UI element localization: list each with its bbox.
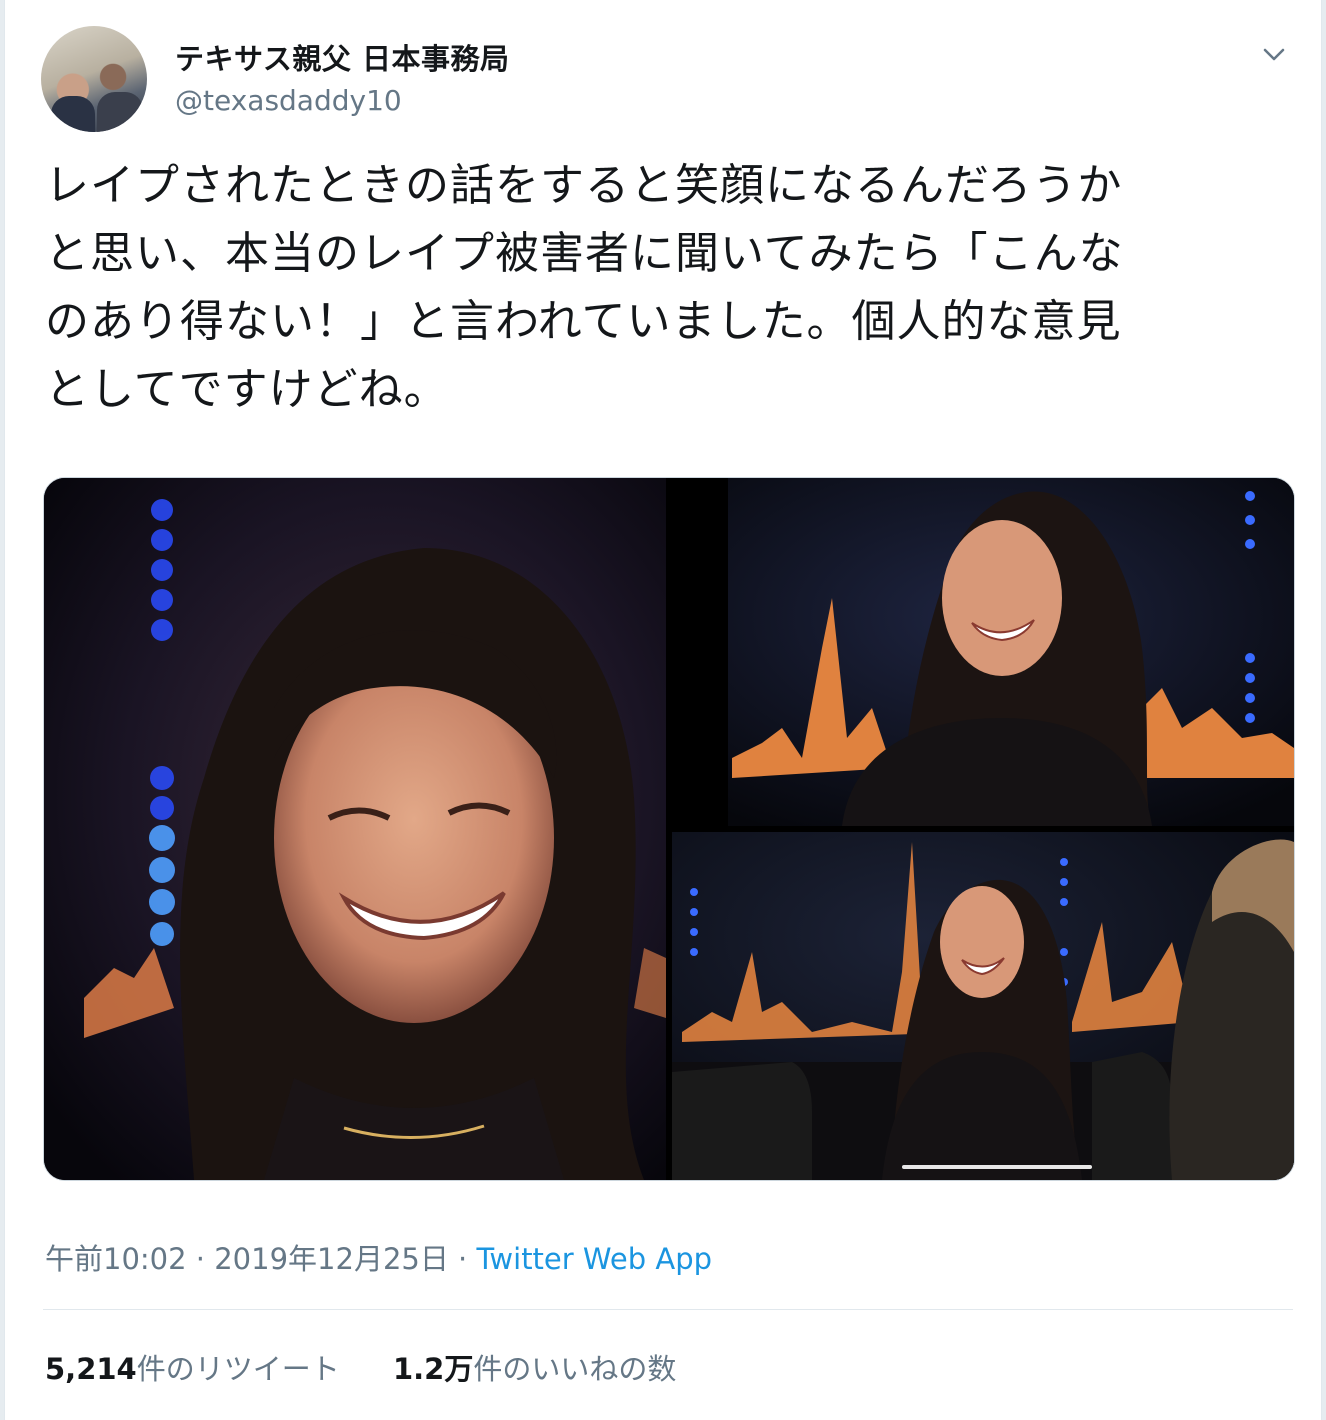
tweet-date[interactable]: 2019年12月25日	[214, 1242, 449, 1276]
retweets-label: 件のリツイート	[136, 1352, 340, 1386]
tweet-card: テキサス親父 日本事務局 @texasdaddy10 レイプされたときの話をする…	[4, 0, 1322, 1420]
tweet-photo-2[interactable]	[672, 478, 1294, 826]
chevron-down-icon[interactable]	[1259, 40, 1289, 70]
tweet-text-line: としてですけどね。	[45, 364, 449, 415]
tweet-text-line: レイプされたときの話をすると笑顔になるんだろうか	[45, 160, 1123, 211]
user-avatar[interactable]	[41, 26, 147, 132]
likes-label: 件のいいねの数	[473, 1352, 677, 1386]
likes-stat[interactable]: 1.2万件のいいねの数	[393, 1346, 676, 1388]
likes-count: 1.2万	[392, 1352, 474, 1386]
tweet-time[interactable]: 午前10:02	[45, 1242, 187, 1276]
retweets-count: 5,214	[45, 1352, 137, 1386]
tweet-source-link[interactable]: Twitter Web App	[477, 1242, 713, 1276]
tweet-text-line: のあり得ない！」と言われていました。個人的な意見	[45, 296, 1122, 347]
media-grid	[43, 477, 1295, 1181]
tweet-photo-3[interactable]	[672, 832, 1294, 1180]
separator: ·	[186, 1242, 215, 1276]
divider	[43, 1309, 1293, 1310]
user-handle[interactable]: @texasdaddy10	[175, 84, 402, 117]
separator: ·	[448, 1242, 477, 1276]
tweet-photo-1[interactable]	[44, 478, 666, 1180]
retweets-stat[interactable]: 5,214件のリツイート	[45, 1346, 340, 1388]
display-name[interactable]: テキサス親父 日本事務局	[175, 36, 510, 78]
tweet-text: レイプされたときの話をすると笑顔になるんだろうか と思い、本当のレイプ被害者に聞…	[45, 152, 1285, 424]
tweet-timestamp-row: 午前10:02 · 2019年12月25日 · Twitter Web App	[45, 1236, 712, 1278]
tweet-stats: 5,214件のリツイート 1.2万件のいいねの数	[45, 1346, 720, 1388]
tweet-text-line: と思い、本当のレイプ被害者に聞いてみたら「こんな	[45, 228, 1124, 279]
